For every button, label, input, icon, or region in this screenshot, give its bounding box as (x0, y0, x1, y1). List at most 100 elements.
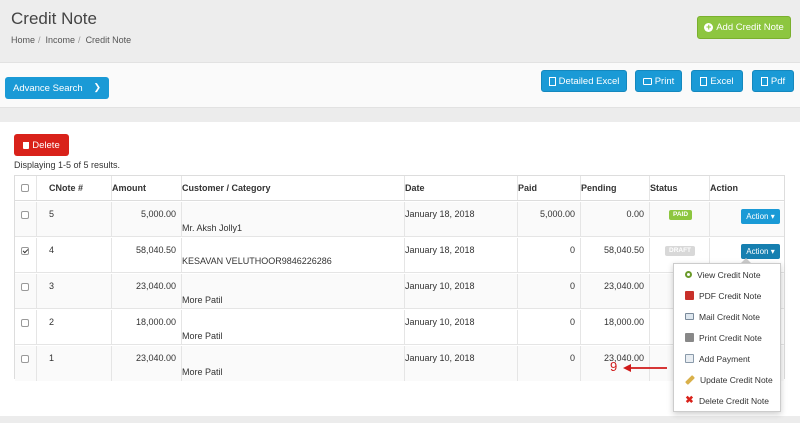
pending-value: 18,000.00 (603, 317, 644, 327)
customer-name[interactable]: More Patil (182, 367, 223, 377)
breadcrumb-separator: / (38, 35, 41, 45)
header-label: Status (650, 183, 678, 193)
row-checkbox[interactable] (21, 319, 29, 327)
action-button[interactable]: Action ▾ (741, 244, 780, 259)
mail-icon (685, 313, 694, 320)
customer-name[interactable]: More Patil (182, 331, 223, 341)
header-customer: Customer / Category (181, 176, 404, 200)
menu-item-mail-credit-note[interactable]: Mail Credit Note (675, 306, 779, 327)
row-select-cell (15, 274, 36, 308)
header-action: Action (709, 176, 784, 200)
detailed-excel-button[interactable]: Detailed Excel (541, 70, 627, 92)
excel-file-icon (700, 76, 708, 86)
advance-search-button[interactable]: Advance Search ❯ (5, 77, 109, 99)
cnote-cell: 2 (36, 310, 111, 344)
status-badge: DRAFT (665, 246, 696, 256)
cnote-cell: 5 (36, 202, 111, 236)
status-cell: PAID (649, 202, 709, 236)
header-pending: Pending (580, 176, 649, 200)
advance-search-label: Advance Search (13, 82, 83, 94)
cnote-number: 2 (49, 317, 55, 327)
table-header-row: CNote # Amount Customer / Category Date … (15, 176, 784, 201)
amount-value: 23,040.00 (135, 353, 176, 363)
excel-button[interactable]: Excel (691, 70, 743, 92)
customer-name[interactable]: More Patil (182, 295, 223, 305)
row-select-cell (15, 202, 36, 236)
row-checkbox[interactable] (21, 355, 29, 363)
toolbar: Advance Search ❯ Detailed Excel Print Ex… (0, 62, 800, 108)
cnote-cell: 1 (36, 346, 111, 381)
menu-item-label: Mail Credit Note (699, 311, 760, 322)
add-credit-note-button[interactable]: + Add Credit Note (697, 16, 791, 39)
pending-cell: 0.00 (580, 202, 649, 236)
action-label: Action (746, 212, 769, 221)
action-dropdown-menu: View Credit Note PDF Credit Note Mail Cr… (673, 263, 781, 412)
paid-cell: 0 (517, 310, 580, 344)
menu-item-add-payment[interactable]: Add Payment (675, 348, 779, 369)
menu-item-print-credit-note[interactable]: Print Credit Note (675, 327, 779, 348)
customer-cell: More Patil (181, 346, 404, 381)
caret-down-icon: ▾ (770, 247, 775, 256)
date-cell: January 18, 2018 (404, 202, 517, 236)
table-row[interactable]: 3 23,040.00 More Patil January 10, 2018 … (15, 274, 784, 309)
menu-item-update-credit-note[interactable]: Update Credit Note (675, 369, 779, 390)
header-label: CNote # (49, 183, 84, 193)
customer-name[interactable]: Mr. Aksh Jolly1 (182, 223, 242, 233)
select-all-checkbox[interactable] (21, 184, 29, 192)
table-row[interactable]: 2 18,000.00 More Patil January 10, 2018 … (15, 310, 784, 345)
credit-note-table: CNote # Amount Customer / Category Date … (14, 175, 785, 381)
page-title: Credit Note (11, 9, 97, 28)
menu-item-label: Delete Credit Note (699, 395, 769, 406)
row-select-cell (15, 238, 36, 272)
amount-cell: 58,040.50 (111, 238, 181, 272)
paid-cell: 0 (517, 238, 580, 272)
amount-cell: 23,040.00 (111, 274, 181, 308)
cnote-number: 5 (49, 209, 55, 219)
date-value: January 10, 2018 (405, 353, 475, 363)
row-checkbox[interactable] (21, 211, 29, 219)
delete-button[interactable]: Delete (14, 134, 69, 156)
delete-label: Delete (32, 139, 60, 151)
menu-item-delete-credit-note[interactable]: ✖ Delete Credit Note (675, 390, 779, 411)
table-row[interactable]: 5 5,000.00 Mr. Aksh Jolly1 January 18, 2… (15, 202, 784, 237)
printer-icon (685, 333, 694, 342)
header-label: Pending (581, 183, 617, 193)
customer-cell: KESAVAN VELUTHOOR9846226286 (181, 238, 404, 272)
paid-value: 5,000.00 (539, 209, 575, 219)
print-label: Print (654, 75, 675, 87)
detailed-excel-label: Detailed Excel (558, 75, 620, 87)
menu-item-pdf-credit-note[interactable]: PDF Credit Note (675, 285, 779, 306)
row-checkbox[interactable] (21, 283, 29, 291)
breadcrumb-home[interactable]: Home (11, 35, 35, 45)
breadcrumb-income[interactable]: Income (46, 35, 76, 45)
chevron-down-icon: ❯ (93, 82, 101, 92)
action-label: Action (746, 247, 769, 256)
pending-cell: 58,040.50 (580, 238, 649, 272)
pdf-icon (685, 291, 694, 300)
delete-icon: ✖ (685, 395, 694, 406)
paid-cell: 0 (517, 346, 580, 381)
amount-cell: 18,000.00 (111, 310, 181, 344)
row-select-cell (15, 346, 36, 381)
menu-item-view-credit-note[interactable]: View Credit Note (675, 264, 779, 285)
plus-circle-icon: + (704, 22, 714, 32)
table-row[interactable]: 1 23,040.00 More Patil January 10, 2018 … (15, 346, 784, 381)
pending-value: 58,040.50 (603, 245, 644, 255)
add-credit-note-label: Add Credit Note (716, 22, 784, 33)
amount-value: 23,040.00 (135, 281, 176, 291)
header-amount: Amount (111, 176, 181, 200)
amount-value: 58,040.50 (135, 245, 176, 255)
caret-down-icon: ▾ (770, 212, 775, 221)
pdf-button[interactable]: Pdf (752, 70, 794, 92)
menu-item-label: PDF Credit Note (699, 290, 762, 301)
table-row[interactable]: 4 58,040.50 KESAVAN VELUTHOOR9846226286 … (15, 238, 784, 273)
print-button[interactable]: Print (635, 70, 682, 92)
action-button[interactable]: Action ▾ (741, 209, 780, 224)
annotation-arrow (623, 364, 667, 372)
header-paid: Paid (517, 176, 580, 200)
date-cell: January 10, 2018 (404, 274, 517, 308)
annotation-number: 9 (610, 359, 618, 374)
header-label: Customer / Category (182, 183, 271, 193)
customer-name[interactable]: KESAVAN VELUTHOOR9846226286 (182, 256, 332, 266)
row-checkbox[interactable] (21, 247, 29, 255)
